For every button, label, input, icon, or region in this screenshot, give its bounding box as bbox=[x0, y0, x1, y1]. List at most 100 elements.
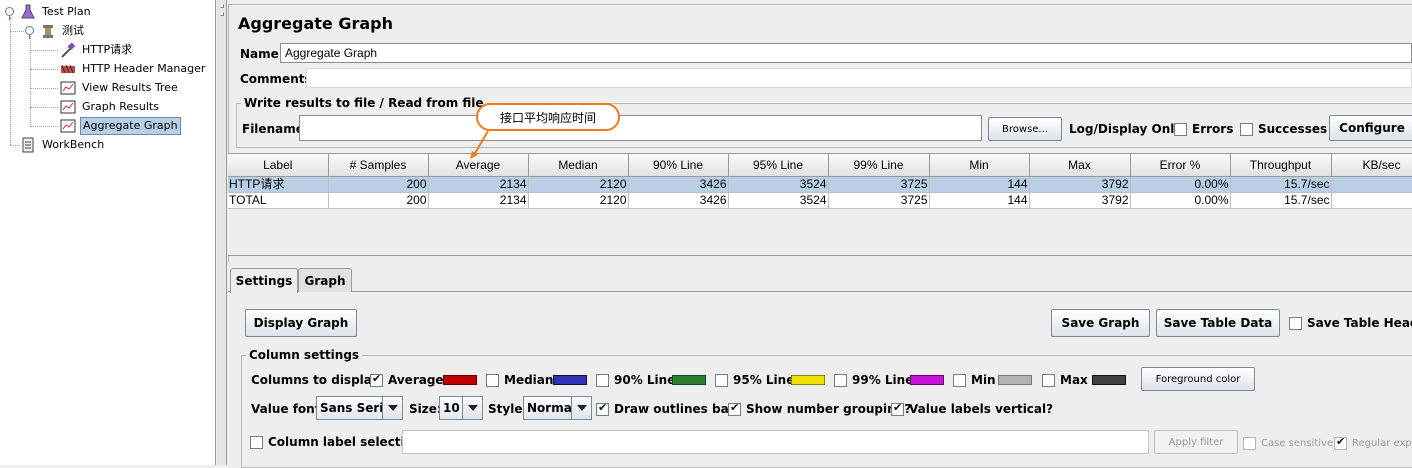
style-label: Style: bbox=[488, 402, 528, 416]
browse-button[interactable]: Browse... bbox=[988, 117, 1062, 141]
value-labels-vertical-checkbox[interactable]: Value labels vertical? bbox=[891, 401, 1053, 417]
column-min-checkbox-box[interactable] bbox=[953, 373, 966, 387]
table-cell: 0.00% bbox=[1130, 176, 1231, 193]
regular-exp-checkbox-box[interactable] bbox=[1334, 435, 1347, 450]
tree-item-thread-group[interactable]: 测试 bbox=[40, 22, 86, 40]
column-header[interactable]: Max bbox=[1029, 154, 1131, 177]
color-swatch-90-line[interactable] bbox=[672, 375, 706, 385]
draw-outlines-checkbox[interactable]: Draw outlines bar? bbox=[596, 401, 742, 417]
draw-outlines-checkbox-box[interactable] bbox=[596, 401, 609, 416]
chevron-down-icon[interactable] bbox=[462, 397, 482, 419]
pane-splitter[interactable] bbox=[217, 0, 227, 465]
table-cell: 3524 bbox=[728, 176, 829, 193]
tree-item-graph-results[interactable]: Graph Results bbox=[60, 98, 161, 116]
aggregate-graph-panel: Aggregate Graph Name: Aggregate Graph Co… bbox=[228, 0, 1412, 468]
column-95-line-checkbox[interactable]: 95% Line bbox=[715, 372, 794, 388]
style-select[interactable]: Normal bbox=[523, 396, 592, 420]
table-cell: 3426 bbox=[628, 176, 729, 193]
save-table-data-button[interactable]: Save Table Data bbox=[1156, 309, 1280, 337]
tree-item-label: Test Plan bbox=[42, 5, 91, 18]
tree-item-workbench[interactable]: WorkBench bbox=[20, 136, 106, 154]
color-swatch-min[interactable] bbox=[998, 375, 1032, 385]
column-99-line-checkbox-box[interactable] bbox=[834, 373, 847, 387]
name-input[interactable]: Aggregate Graph bbox=[280, 43, 1412, 63]
column-header[interactable]: Median bbox=[528, 154, 629, 177]
column-90-line-checkbox-box[interactable] bbox=[596, 373, 609, 387]
color-swatch-average[interactable] bbox=[443, 375, 477, 385]
column-average-checkbox[interactable]: Average bbox=[370, 372, 444, 388]
column-header[interactable]: KB/sec bbox=[1331, 154, 1412, 177]
size-select[interactable]: 10 bbox=[439, 396, 483, 420]
successes-checkbox-box[interactable] bbox=[1240, 122, 1253, 136]
draw-outlines-label: Draw outlines bar? bbox=[614, 402, 742, 416]
tree-item-label: HTTP Header Manager bbox=[82, 62, 206, 75]
workbench-clipboard-icon bbox=[20, 137, 36, 153]
color-swatch-max[interactable] bbox=[1092, 375, 1126, 385]
chevron-down-icon[interactable] bbox=[571, 397, 591, 419]
column-median-checkbox[interactable]: Median bbox=[486, 372, 553, 388]
column-average-checkbox-box[interactable] bbox=[370, 372, 383, 387]
save-table-header-checkbox-box[interactable] bbox=[1289, 316, 1302, 330]
size-label: Size: bbox=[409, 402, 442, 416]
errors-checkbox[interactable]: Errors bbox=[1174, 121, 1233, 137]
tree-item-test-plan[interactable]: Test Plan bbox=[20, 3, 93, 21]
color-swatch-median[interactable] bbox=[553, 375, 587, 385]
table-cell: 3792 bbox=[1029, 176, 1131, 193]
column-header[interactable]: # Samples bbox=[328, 154, 429, 177]
test-plan-tree[interactable]: Test Plan 测试 HTTP请求 HTTP Header Manager … bbox=[0, 0, 216, 465]
column-header[interactable]: 95% Line bbox=[728, 154, 829, 177]
comments-input[interactable] bbox=[306, 68, 1412, 88]
table-cell bbox=[1331, 176, 1412, 193]
tree-toggle-icon[interactable] bbox=[25, 26, 34, 39]
case-sensitive-checkbox-box[interactable] bbox=[1243, 436, 1256, 450]
errors-checkbox-box[interactable] bbox=[1174, 122, 1187, 136]
column-label-selection-checkbox-box[interactable] bbox=[250, 435, 263, 449]
foreground-color-button[interactable]: Foreground color bbox=[1141, 367, 1255, 391]
case-sensitive-checkbox[interactable]: Case sensitive bbox=[1243, 435, 1333, 451]
apply-filter-button[interactable]: Apply filter bbox=[1154, 430, 1238, 454]
color-swatch-99-line[interactable] bbox=[910, 375, 944, 385]
column-90-line-checkbox[interactable]: 90% Line bbox=[596, 372, 675, 388]
column-99-line-checkbox[interactable]: 99% Line bbox=[834, 372, 913, 388]
save-graph-button[interactable]: Save Graph bbox=[1051, 309, 1150, 337]
regular-exp-checkbox[interactable]: Regular exp. bbox=[1334, 435, 1412, 451]
column-95-line-checkbox-box[interactable] bbox=[715, 373, 728, 387]
value-labels-vertical-checkbox-box[interactable] bbox=[891, 401, 904, 416]
tree-item-view-results-tree[interactable]: View Results Tree bbox=[60, 79, 180, 97]
tree-item-aggregate-graph[interactable]: Aggregate Graph bbox=[60, 117, 181, 135]
tab-settings[interactable]: Settings bbox=[230, 268, 298, 293]
successes-checkbox[interactable]: Successes bbox=[1240, 121, 1327, 137]
table-row[interactable]: TOTAL 200 2134 2120 3426 3524 3725 144 3… bbox=[228, 192, 1412, 209]
column-header[interactable]: Error % bbox=[1130, 154, 1231, 177]
column-min-checkbox[interactable]: Min bbox=[953, 372, 996, 388]
column-header[interactable]: Label bbox=[228, 154, 329, 177]
save-table-header-checkbox[interactable]: Save Table Header bbox=[1289, 315, 1412, 331]
show-number-grouping-checkbox[interactable]: Show number grouping? bbox=[728, 401, 911, 417]
display-graph-button[interactable]: Display Graph bbox=[245, 309, 357, 337]
callout-bubble: 接口平均响应时间 bbox=[476, 103, 620, 131]
column-header[interactable]: 90% Line bbox=[628, 154, 729, 177]
column-header[interactable]: Throughput bbox=[1230, 154, 1332, 177]
table-cell: 2134 bbox=[428, 176, 529, 193]
tab-graph[interactable]: Graph bbox=[298, 268, 352, 292]
table-row[interactable]: HTTP请求 200 2134 2120 3426 3524 3725 144 … bbox=[228, 176, 1412, 193]
filename-input[interactable] bbox=[299, 115, 982, 141]
column-label-selection-checkbox[interactable]: Column label selection: bbox=[250, 434, 426, 450]
column-header[interactable]: Min bbox=[929, 154, 1030, 177]
show-number-grouping-checkbox-box[interactable] bbox=[728, 401, 741, 416]
column-max-checkbox-box[interactable] bbox=[1042, 373, 1055, 387]
value-font-select[interactable]: Sans Serif bbox=[316, 396, 403, 420]
tree-item-http-request[interactable]: HTTP请求 bbox=[60, 41, 134, 59]
chevron-down-icon[interactable] bbox=[382, 397, 402, 419]
column-header[interactable]: 99% Line bbox=[828, 154, 930, 177]
tree-toggle-icon[interactable] bbox=[5, 7, 14, 20]
column-median-checkbox-box[interactable] bbox=[486, 373, 499, 387]
tab-strip: Settings Graph bbox=[228, 268, 1412, 293]
aggregate-table[interactable]: Label # Samples Average Median 90% Line … bbox=[228, 153, 1412, 256]
tree-item-label: 测试 bbox=[62, 24, 84, 37]
column-label-filter-input[interactable] bbox=[402, 430, 1149, 454]
configure-button[interactable]: Configure bbox=[1329, 115, 1412, 141]
color-swatch-95-line[interactable] bbox=[791, 375, 825, 385]
tree-item-header-manager[interactable]: HTTP Header Manager bbox=[60, 60, 207, 78]
column-max-checkbox[interactable]: Max bbox=[1042, 372, 1088, 388]
